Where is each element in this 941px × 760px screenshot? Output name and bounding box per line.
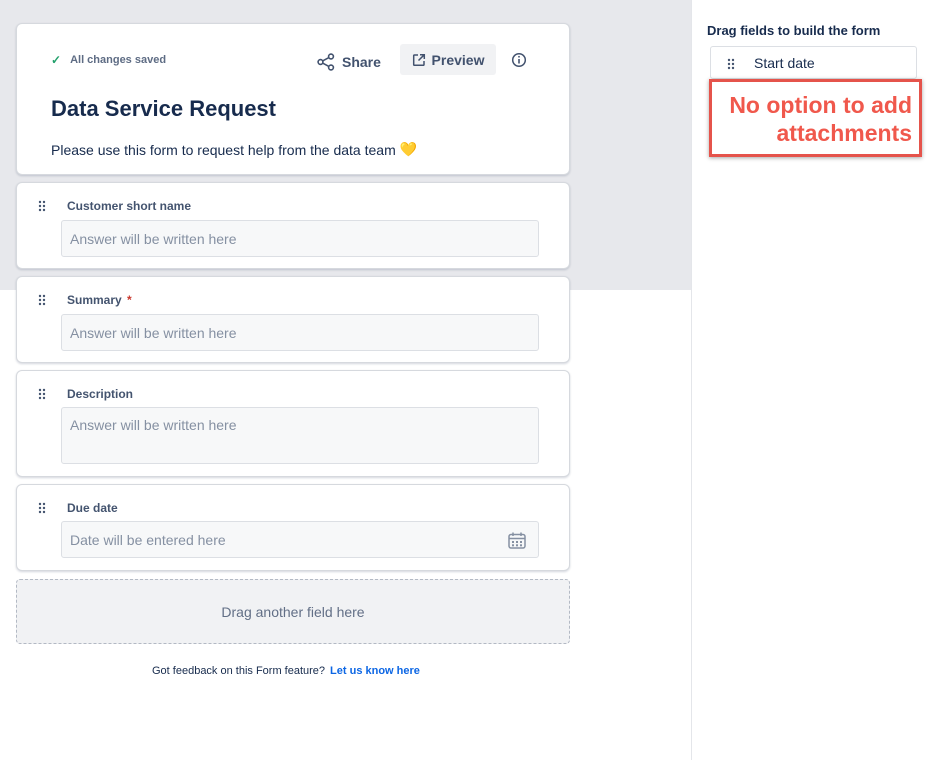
palette-field-label: Start date	[754, 54, 815, 71]
save-status-label: All changes saved	[70, 54, 167, 66]
date-input[interactable]: Date will be entered here	[61, 521, 539, 558]
answer-textarea[interactable]: Answer will be written here	[61, 407, 539, 464]
form-header-card: ✓ All changes saved Share Preview Data S…	[16, 23, 570, 175]
drag-handle-icon[interactable]	[726, 57, 736, 71]
field-label-text: Customer short name	[67, 199, 192, 213]
drag-handle-icon[interactable]	[37, 199, 47, 213]
field-card-due-date[interactable]: Due date Date will be entered here	[16, 484, 570, 571]
share-icon	[317, 53, 335, 71]
answer-input[interactable]: Answer will be written here	[61, 220, 539, 257]
field-label: Due date	[67, 501, 118, 515]
field-card-description[interactable]: Description Answer will be written here	[16, 370, 570, 477]
form-description[interactable]: Please use this form to request help fro…	[51, 141, 417, 158]
field-drop-zone[interactable]: Drag another field here	[16, 579, 570, 644]
calendar-icon[interactable]	[508, 532, 526, 549]
form-description-text: Please use this form to request help fro…	[51, 141, 396, 158]
check-icon: ✓	[51, 53, 62, 67]
drag-handle-icon[interactable]	[37, 293, 47, 307]
preview-label: Preview	[431, 51, 485, 68]
field-label: Description	[67, 387, 133, 401]
feedback-footer: Got feedback on this Form feature? Let u…	[152, 665, 420, 677]
info-icon	[511, 52, 527, 68]
save-status: ✓ All changes saved	[51, 53, 166, 67]
field-label-text: Description	[67, 387, 134, 401]
annotation-callout: No option to add attachments	[709, 79, 922, 157]
info-button[interactable]	[509, 50, 529, 70]
answer-input[interactable]: Answer will be written here	[61, 314, 539, 351]
required-marker: *	[127, 293, 132, 307]
drag-handle-icon[interactable]	[37, 387, 47, 401]
annotation-text: No option to add attachments	[729, 91, 912, 147]
feedback-link[interactable]: Let us know here	[330, 665, 420, 677]
palette-field-start-date[interactable]: Start date	[710, 46, 917, 79]
drop-zone-label: Drag another field here	[221, 603, 365, 620]
field-label-text: Summary	[67, 293, 122, 307]
panel-title: Drag fields to build the form	[707, 23, 881, 38]
share-button[interactable]: Share	[308, 46, 389, 78]
yellow-heart-icon: 💛	[399, 141, 418, 157]
preview-button[interactable]: Preview	[400, 44, 496, 75]
annotation-line-2: attachments	[776, 120, 912, 146]
feedback-text: Got feedback on this Form feature?	[152, 665, 326, 677]
annotation-line-1: No option to add	[729, 92, 912, 118]
field-label: Summary *	[67, 293, 132, 307]
field-card-customer-short-name[interactable]: Customer short name Answer will be writt…	[16, 182, 570, 269]
form-title[interactable]: Data Service Request	[51, 96, 276, 122]
external-link-icon	[412, 53, 425, 66]
drag-handle-icon[interactable]	[37, 501, 47, 515]
date-placeholder: Date will be entered here	[70, 532, 226, 548]
field-label-text: Due date	[67, 501, 118, 515]
field-label: Customer short name	[67, 199, 191, 213]
share-label: Share	[342, 54, 381, 70]
field-card-summary[interactable]: Summary * Answer will be written here	[16, 276, 570, 363]
